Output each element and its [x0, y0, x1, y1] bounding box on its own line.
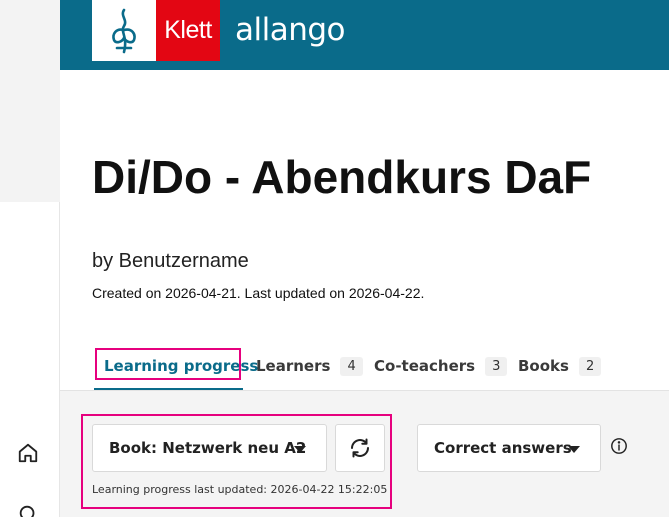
info-icon[interactable]: [609, 436, 629, 456]
course-dates: Created on 2026-04-21. Last updated on 2…: [92, 285, 425, 301]
home-icon[interactable]: [14, 439, 42, 467]
tab-label: Co-teachers: [374, 357, 476, 375]
tab-label: Learners: [256, 357, 331, 375]
klett-wordmark: Klett: [156, 0, 220, 61]
highlight-frame-tab: [95, 348, 241, 380]
metric-select-value: Correct answers: [434, 439, 572, 457]
klett-flower-icon: [92, 0, 156, 61]
klett-logo[interactable]: Klett: [92, 0, 220, 61]
rail-top-area: [0, 0, 60, 202]
search-icon[interactable]: [14, 500, 42, 517]
page-title: Di/Do - Abendkurs DaF: [92, 151, 592, 203]
left-rail: [0, 0, 60, 517]
tab-learners[interactable]: Learners 4: [256, 350, 363, 382]
chevron-down-icon: [568, 446, 580, 453]
tab-count-badge: 4: [340, 356, 363, 376]
tab-count-badge: 3: [485, 356, 508, 376]
metric-select[interactable]: Correct answers: [417, 424, 601, 472]
tab-label: Books: [518, 357, 569, 375]
tab-books[interactable]: Books 2: [518, 350, 602, 382]
highlight-frame-controls: [81, 414, 392, 509]
tab-count-badge: 2: [578, 356, 602, 376]
product-name: allango: [235, 12, 346, 48]
tab-co-teachers[interactable]: Co-teachers 3: [374, 350, 508, 382]
course-owner: by Benutzername: [92, 250, 249, 272]
header-bar: Klett allango: [60, 0, 669, 70]
